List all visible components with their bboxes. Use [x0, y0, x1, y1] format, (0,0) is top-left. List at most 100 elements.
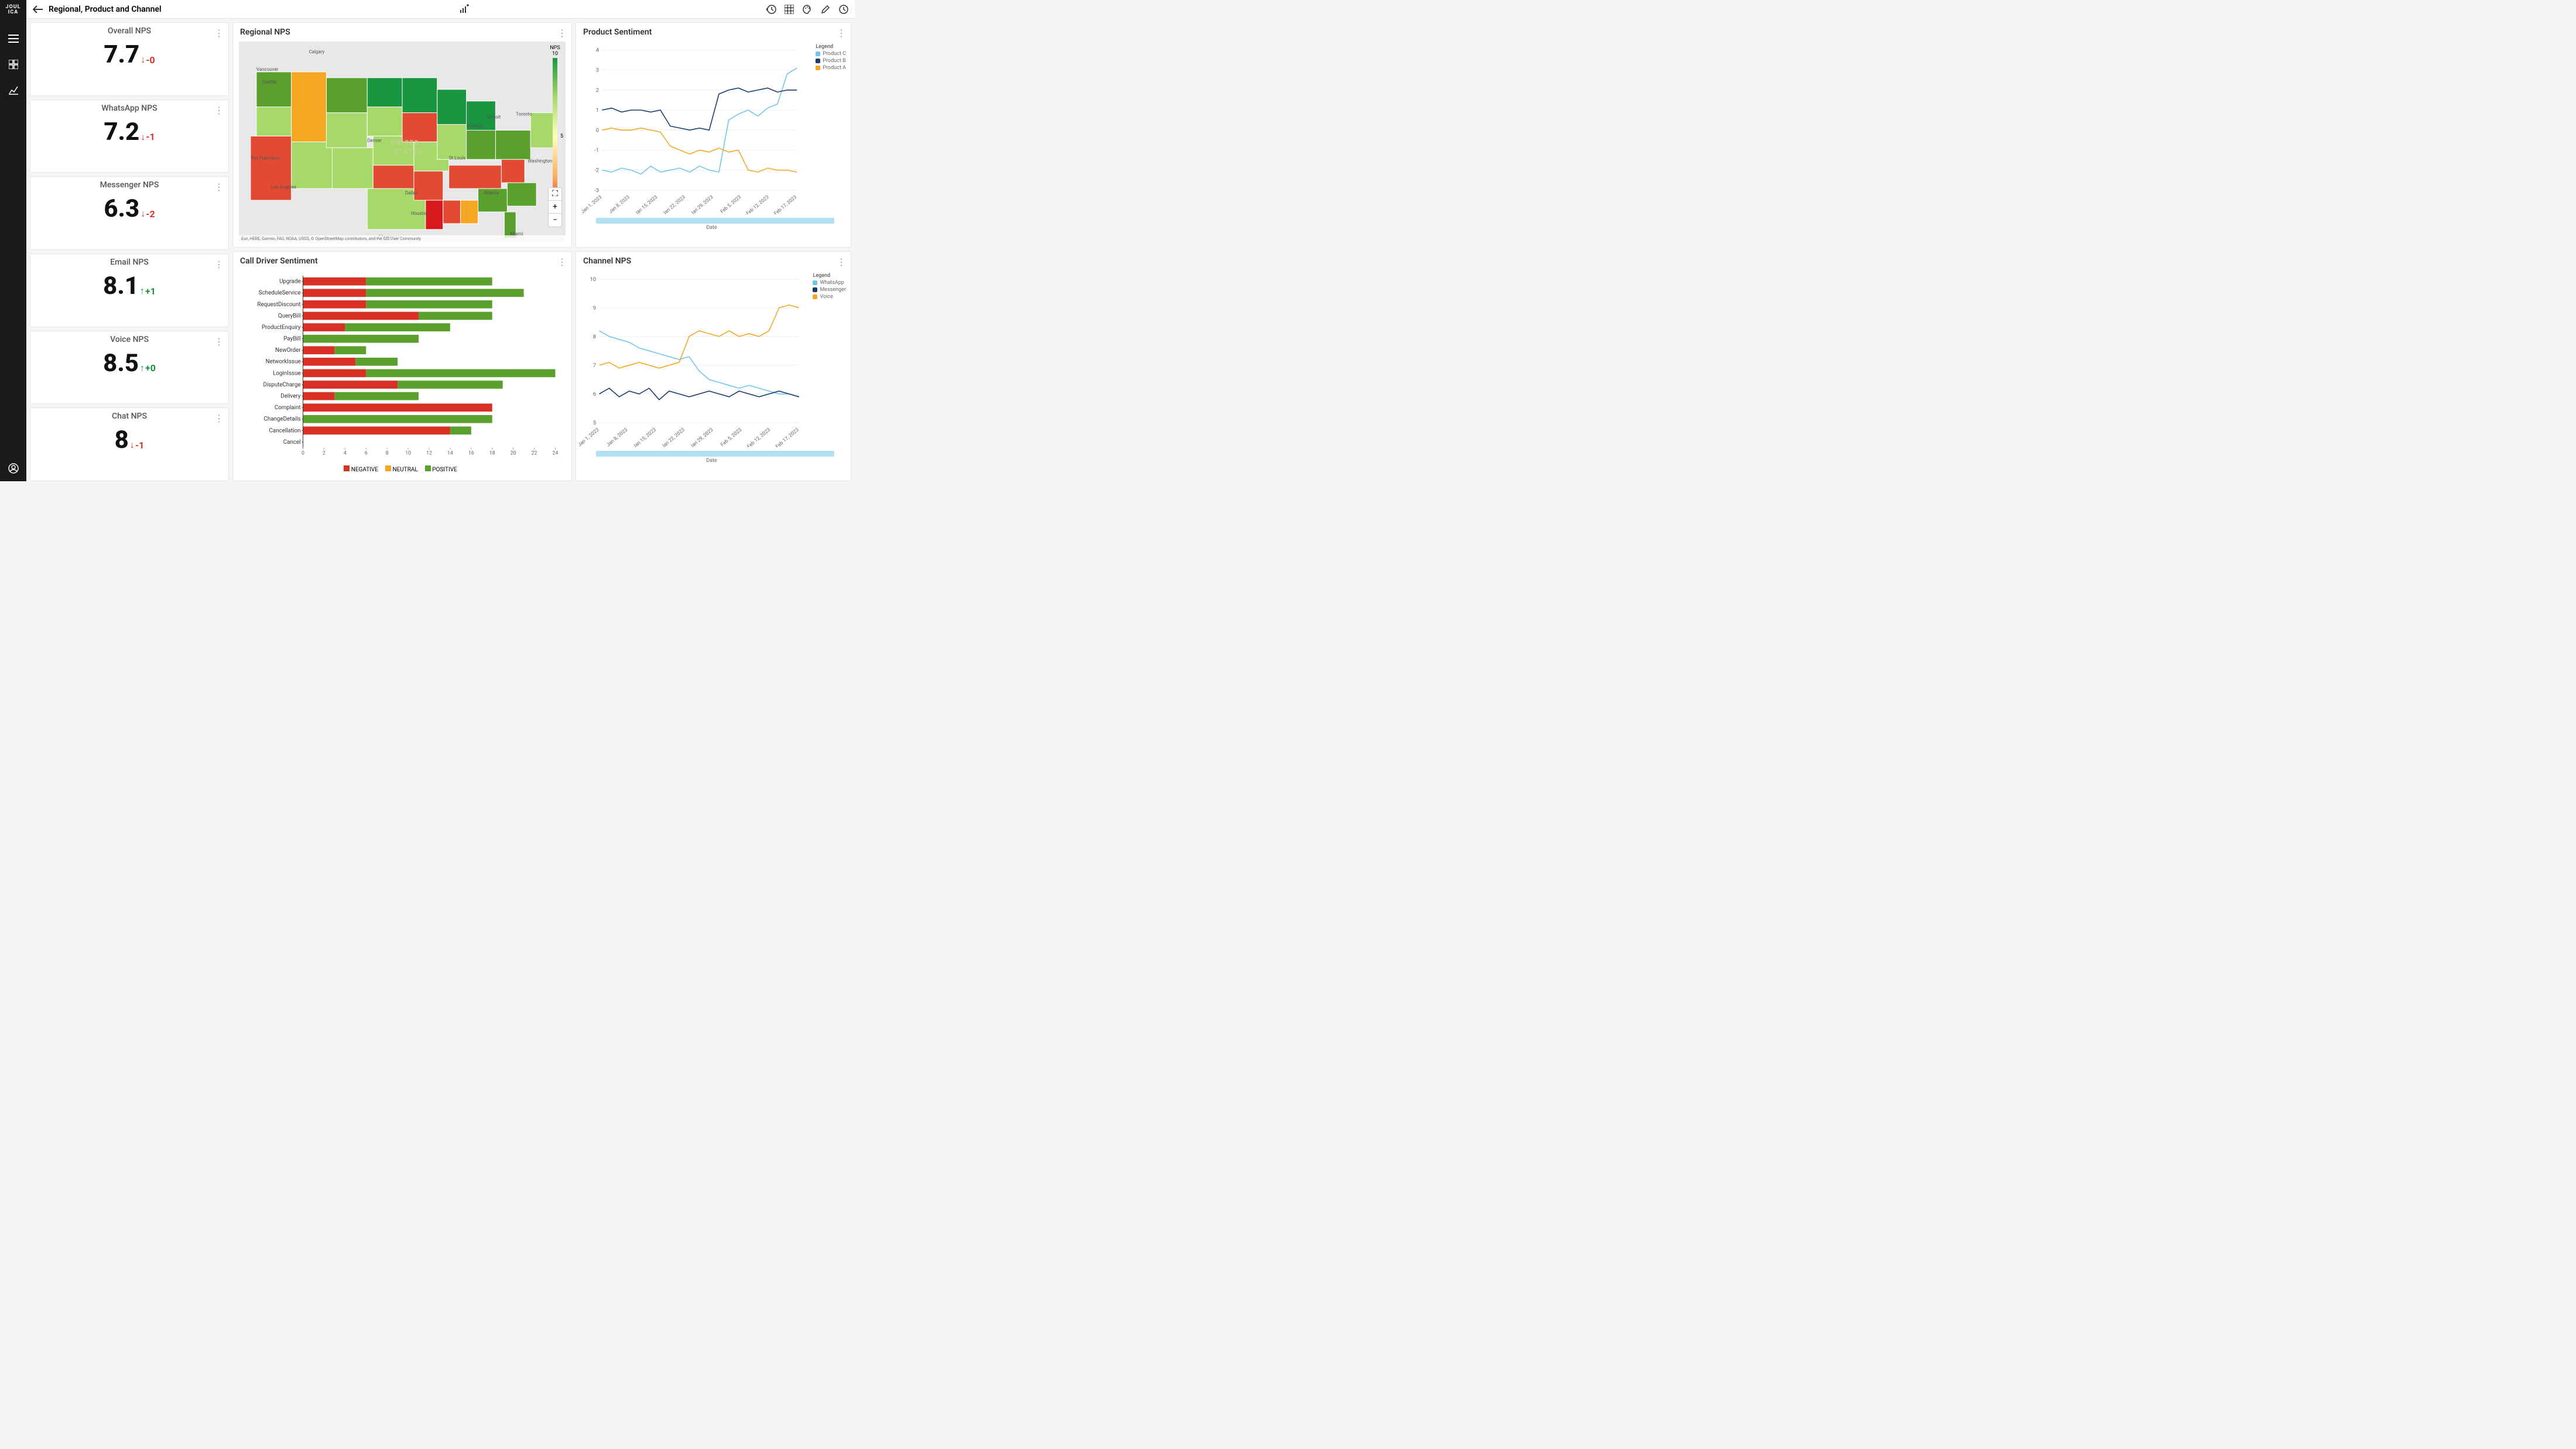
- card-menu-icon[interactable]: ⋮: [557, 256, 567, 268]
- user-icon[interactable]: [8, 463, 19, 474]
- kpi-label: WhatsApp NPS: [101, 104, 157, 113]
- svg-text:0: 0: [596, 127, 599, 133]
- time-slider[interactable]: [596, 218, 834, 224]
- grid-icon[interactable]: [785, 5, 794, 14]
- kpi-column: ⋮ Overall NPS 7.7↓-0 ⋮ WhatsApp NPS 7.2↓…: [30, 22, 229, 481]
- kpi-whatsapp-nps: ⋮ WhatsApp NPS 7.2↓-1: [30, 100, 229, 173]
- svg-text:ProductEnquiry: ProductEnquiry: [262, 324, 301, 331]
- edit-icon[interactable]: [821, 5, 830, 14]
- svg-text:24: 24: [553, 450, 559, 456]
- kpi-delta: ↓-2: [141, 208, 155, 220]
- svg-text:Detroit: Detroit: [487, 115, 501, 120]
- svg-text:QueryBill: QueryBill: [278, 313, 301, 319]
- map[interactable]: Calgary Vancouver Seattle San Francisco …: [239, 42, 566, 242]
- svg-text:Chicago: Chicago: [467, 123, 484, 128]
- kpi-delta: ↓-1: [141, 131, 155, 143]
- kpi-messenger-nps: ⋮ Messenger NPS 6.3↓-2: [30, 176, 229, 250]
- svg-text:Feb 12, 2023: Feb 12, 2023: [745, 194, 770, 215]
- svg-text:Jan 1, 2023: Jan 1, 2023: [578, 427, 601, 447]
- card-menu-icon[interactable]: ⋮: [214, 105, 224, 116]
- kpi-delta: ↑+0: [140, 362, 156, 374]
- svg-text:Jan 1, 2023: Jan 1, 2023: [580, 194, 603, 215]
- kpi-label: Email NPS: [110, 258, 149, 267]
- map-zoom-out-icon[interactable]: −: [549, 214, 561, 227]
- kpi-email-nps: ⋮ Email NPS 8.1↑+1: [30, 254, 229, 327]
- svg-text:Jan 22, 2023: Jan 22, 2023: [660, 427, 686, 447]
- back-button[interactable]: [32, 5, 44, 14]
- kpi-label: Chat NPS: [112, 412, 147, 421]
- svg-text:Toronto: Toronto: [516, 112, 532, 117]
- map-fullscreen-icon[interactable]: ⛶: [549, 188, 561, 201]
- svg-text:Cancellation: Cancellation: [269, 427, 301, 434]
- kpi-label: Messenger NPS: [100, 180, 159, 190]
- svg-text:DisputeCharge: DisputeCharge: [263, 382, 300, 388]
- logo: JOUL ICA: [0, 5, 26, 15]
- svg-text:-2: -2: [594, 167, 599, 174]
- card-title: Channel NPS: [576, 252, 851, 270]
- menu-icon[interactable]: [8, 33, 19, 44]
- card-menu-icon[interactable]: ⋮: [214, 336, 224, 347]
- map-zoom-in-icon[interactable]: +: [549, 201, 561, 214]
- history-icon[interactable]: [766, 4, 776, 15]
- call-driver-chart[interactable]: UpgradeScheduleServiceRequestDiscountQue…: [233, 270, 571, 481]
- svg-text:3: 3: [596, 67, 599, 74]
- dashboard-icon[interactable]: [8, 59, 19, 70]
- svg-text:8: 8: [386, 450, 389, 456]
- kpi-delta: ↓-0: [141, 54, 155, 66]
- kpi-label: Overall NPS: [108, 26, 151, 36]
- svg-text:Feb 17, 2023: Feb 17, 2023: [775, 427, 800, 447]
- svg-text:10: 10: [405, 450, 411, 456]
- card-menu-icon[interactable]: ⋮: [837, 256, 846, 268]
- svg-text:Jan 29, 2023: Jan 29, 2023: [690, 194, 715, 215]
- card-title: Regional NPS: [233, 23, 571, 42]
- svg-text:NetworkIssue: NetworkIssue: [266, 359, 301, 365]
- kpi-overall-nps: ⋮ Overall NPS 7.7↓-0: [30, 22, 229, 96]
- card-menu-icon[interactable]: ⋮: [214, 259, 224, 270]
- svg-text:Feb 17, 2023: Feb 17, 2023: [773, 194, 798, 215]
- x-axis-label: Date: [578, 458, 845, 464]
- card-title: Call Driver Sentiment: [233, 252, 571, 270]
- svg-text:ScheduleService: ScheduleService: [259, 290, 301, 296]
- card-title: Product Sentiment: [576, 23, 851, 42]
- time-slider[interactable]: [596, 451, 834, 457]
- channel-nps-card: ⋮ Channel NPS Legend WhatsApp Messenger …: [576, 251, 851, 481]
- svg-text:Calgary: Calgary: [309, 49, 325, 54]
- svg-text:Cancel: Cancel: [283, 439, 301, 446]
- add-chart-icon[interactable]: [458, 4, 469, 15]
- kpi-value: 7.7: [104, 40, 139, 69]
- card-menu-icon[interactable]: ⋮: [214, 413, 224, 424]
- kpi-delta: ↓-1: [130, 439, 144, 451]
- page-title: Regional, Product and Channel: [49, 5, 162, 14]
- card-menu-icon[interactable]: ⋮: [214, 181, 224, 193]
- svg-text:1: 1: [596, 107, 599, 114]
- card-menu-icon[interactable]: ⋮: [557, 28, 567, 39]
- card-menu-icon[interactable]: ⋮: [214, 28, 224, 39]
- chart-icon[interactable]: [8, 84, 19, 96]
- kpi-delta: ↑+1: [140, 285, 156, 297]
- map-attribution: Esri, HERE, Garmin, FAO, NOAA, USGS, © O…: [239, 235, 566, 242]
- line-chart: 5678910Jan 1, 2023Jan 8, 2023Jan 15, 202…: [578, 273, 845, 448]
- svg-text:LoginIssue: LoginIssue: [273, 370, 300, 376]
- svg-text:PayBill: PayBill: [283, 335, 300, 342]
- svg-text:Jan 8, 2023: Jan 8, 2023: [605, 427, 629, 447]
- svg-text:Atlanta: Atlanta: [484, 190, 499, 196]
- svg-text:9: 9: [593, 305, 596, 311]
- svg-text:8: 8: [593, 334, 596, 340]
- svg-text:Upgrade: Upgrade: [279, 278, 300, 285]
- svg-text:14: 14: [447, 450, 453, 456]
- card-menu-icon[interactable]: ⋮: [837, 28, 846, 39]
- svg-text:-1: -1: [594, 147, 599, 153]
- product-sentiment-chart[interactable]: Legend Product C Product B Product A -3-…: [576, 42, 851, 247]
- palette-icon[interactable]: [802, 4, 813, 15]
- svg-text:6: 6: [365, 450, 368, 456]
- svg-text:Dallas: Dallas: [405, 190, 418, 196]
- svg-text:4: 4: [596, 47, 600, 54]
- product-sentiment-card: ⋮ Product Sentiment Legend Product C Pro…: [576, 22, 851, 248]
- svg-text:Los Angeles: Los Angeles: [271, 184, 297, 190]
- svg-text:Feb 5, 2023: Feb 5, 2023: [720, 427, 743, 447]
- kpi-label: Voice NPS: [110, 335, 149, 344]
- channel-nps-chart[interactable]: Legend WhatsApp Messenger Voice 5678910J…: [576, 270, 851, 481]
- svg-text:5: 5: [593, 420, 596, 426]
- svg-text:Houston: Houston: [411, 211, 429, 216]
- clock-icon[interactable]: [838, 4, 849, 15]
